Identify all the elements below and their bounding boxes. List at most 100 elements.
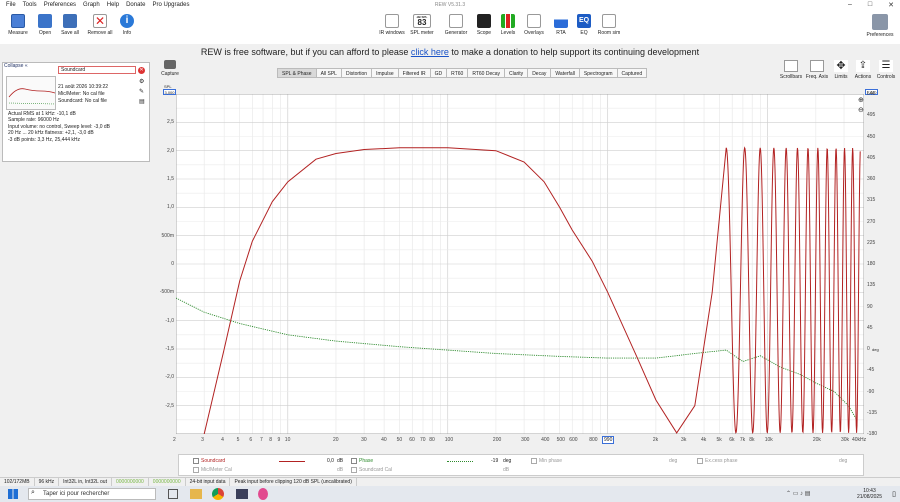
measure-button[interactable]: Measure	[3, 14, 33, 36]
controls-button[interactable]: ☰ Controls	[871, 60, 900, 80]
phase-line-swatch	[447, 461, 473, 462]
notifications-icon[interactable]: ▯	[892, 490, 896, 498]
measurement-name-field[interactable]: Soundcard	[58, 66, 136, 74]
levels-icon	[501, 14, 515, 28]
info-icon: i	[120, 14, 134, 28]
collapse-button[interactable]: Collapse «	[4, 63, 28, 69]
tab-clarity[interactable]: Clarity	[504, 68, 529, 78]
wrench-icon	[872, 14, 888, 30]
delete-measurement-icon[interactable]: ✕	[138, 67, 145, 74]
min-phase-checkbox[interactable]	[531, 458, 537, 464]
frequency-cursor-box[interactable]: 990	[602, 436, 615, 444]
measurement-thumbnail[interactable]	[6, 76, 56, 110]
window-title: REW V5.31.3	[434, 2, 466, 8]
y-tick-label: -500m	[159, 289, 174, 296]
tab-spectrogram[interactable]: Spectrogram	[578, 68, 618, 78]
tab-gd[interactable]: GD	[429, 68, 448, 78]
x-tick-label: 10	[284, 437, 291, 443]
remove-all-button[interactable]: ✕ Remove all	[85, 14, 115, 36]
phase-checkbox[interactable]	[351, 458, 357, 464]
save-all-button[interactable]: Save all	[55, 14, 85, 36]
capture-button[interactable]: Capture	[158, 60, 182, 77]
freq-axis-icon	[810, 60, 824, 72]
soundcard-cal-checkbox[interactable]	[351, 467, 357, 473]
ir-windows-icon	[385, 14, 399, 28]
graph-tabs: SPL & Phase All SPL Distortion Impulse F…	[277, 68, 648, 78]
x-tick-label: 2	[173, 437, 176, 443]
tab-rt60-decay[interactable]: RT60 Decay	[467, 68, 506, 78]
zoom-out-icon[interactable]: ⊖	[858, 106, 864, 114]
measurement-details: Actual RMS at 1 kHz: -10,1 dB Sample rat…	[8, 111, 111, 143]
thumbnail-graph	[8, 88, 56, 105]
y-tick-label: 2,0	[167, 147, 174, 154]
measure-icon	[11, 14, 25, 28]
tab-spl-phase[interactable]: SPL & Phase	[277, 68, 317, 78]
clock[interactable]: 10:43 21/08/2025	[857, 488, 882, 500]
y-right-tick-label: 405	[867, 154, 876, 161]
close-icon[interactable]: ✕	[888, 1, 894, 9]
eq-icon: EQ	[577, 14, 591, 28]
soundcard-checkbox[interactable]	[193, 458, 199, 464]
edit-icon[interactable]: ✎	[139, 88, 144, 95]
ir-windows-button[interactable]: IR windows	[377, 14, 407, 36]
y-right-tick-label: 540	[867, 91, 876, 97]
x-tick-label: 70	[419, 437, 426, 443]
y-right-tick-label: 0	[867, 346, 870, 352]
app-icon[interactable]	[236, 489, 248, 499]
settings-icon[interactable]: ⚙	[139, 78, 144, 85]
x-tick-label: 6	[249, 437, 253, 443]
file-explorer-icon[interactable]	[190, 489, 202, 499]
y-right-tick-label: 90	[867, 303, 873, 310]
app-icon-2[interactable]	[258, 488, 268, 500]
chrome-icon[interactable]	[212, 488, 224, 500]
y-right-tick-label: -90	[867, 388, 875, 395]
excess-phase-checkbox[interactable]	[697, 458, 703, 464]
x-tick-label: 6k	[729, 437, 735, 443]
y-tick-label: -1,0	[165, 317, 174, 324]
y-tick-label: 500m	[161, 232, 174, 239]
spl-phase-graph[interactable]	[175, 93, 865, 455]
x-tick-label: 4	[221, 437, 224, 443]
tab-captured[interactable]: Captured	[616, 68, 648, 78]
y-right-tick-label: 135	[867, 282, 876, 289]
spl-meter-button[interactable]: dB SPL 83 SPL meter	[407, 14, 437, 36]
info-button[interactable]: i Info	[112, 14, 142, 36]
task-view-icon[interactable]	[168, 489, 178, 499]
y-right-tick-label: 315	[867, 197, 876, 204]
chevron-left-icon: «	[24, 63, 28, 69]
tab-waterfall[interactable]: Waterfall	[550, 68, 580, 78]
soundcard-line-swatch	[279, 461, 305, 462]
preferences-button[interactable]: Preferences	[862, 14, 898, 38]
mic-cal-checkbox[interactable]	[193, 467, 199, 473]
room-sim-button[interactable]: Room sim	[594, 14, 624, 36]
y-tick-label: 1,5	[167, 176, 174, 182]
x-tick-label: 300	[521, 437, 530, 443]
folder-icon	[38, 14, 52, 28]
zoom-in-icon[interactable]: ⊕	[858, 96, 864, 104]
notes-icon[interactable]: ▤	[139, 98, 145, 105]
generator-button[interactable]: Generator	[441, 14, 471, 36]
y-right-tick-label: -180	[867, 431, 878, 437]
soundcard-series-line	[182, 146, 861, 455]
maximize-icon[interactable]: □	[868, 1, 872, 9]
tab-filtered-ir[interactable]: Filtered IR	[397, 68, 431, 78]
x-tick-label: 20k	[812, 437, 821, 443]
save-icon	[63, 14, 77, 28]
minimize-icon[interactable]: –	[848, 1, 852, 9]
y-tick-label: 2,5	[167, 119, 174, 126]
x-tick-label: 400	[541, 437, 550, 443]
donate-link[interactable]: click here	[411, 47, 449, 57]
overlays-button[interactable]: Overlays	[519, 14, 549, 36]
windows-start-icon[interactable]	[8, 489, 18, 499]
x-tick-label: 100	[444, 437, 454, 443]
tab-impulse[interactable]: Impulse	[371, 68, 399, 78]
tab-decay[interactable]: Decay	[527, 68, 552, 78]
y-top-limit-box[interactable]: 3,000	[163, 89, 176, 95]
taskbar-search-input[interactable]: Taper ici pour rechercher	[28, 488, 156, 500]
tray-icons[interactable]: ⌃ ▭ ♪ ▤	[786, 490, 810, 497]
tab-all-spl[interactable]: All SPL	[315, 68, 342, 78]
y-right-tick-label: 450	[867, 133, 876, 140]
tab-rt60[interactable]: RT60	[446, 68, 469, 78]
tab-distortion[interactable]: Distortion	[340, 68, 373, 78]
measurement-info: 21 août 2026 10:39:22 Mic/Meter: No cal …	[58, 84, 109, 104]
